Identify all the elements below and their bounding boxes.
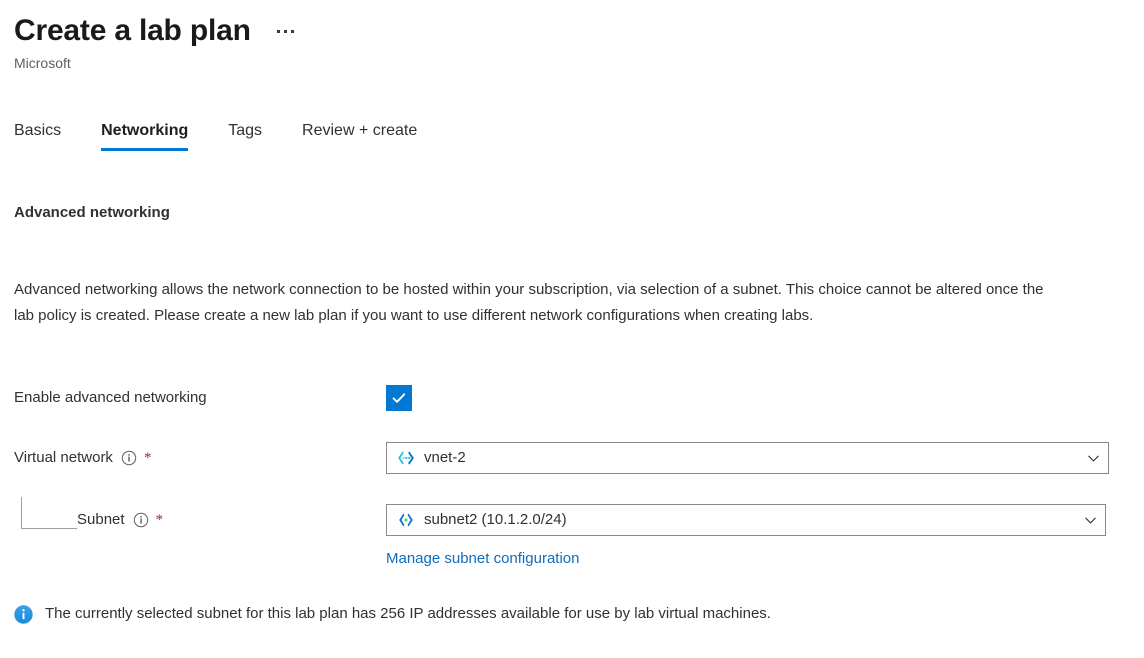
ellipsis-dot: [283, 30, 287, 33]
enable-advanced-networking-label: Enable advanced networking: [14, 389, 207, 406]
virtual-network-label-group: Virtual network *: [14, 448, 386, 468]
page-subtitle: Microsoft: [14, 55, 71, 71]
title-row: Create a lab plan: [14, 12, 296, 50]
tab-review-create[interactable]: Review + create: [282, 120, 437, 151]
virtual-network-value: vnet-2: [424, 449, 466, 466]
tab-tags[interactable]: Tags: [208, 120, 282, 151]
wizard-tabs: Basics Networking Tags Review + create: [14, 120, 437, 151]
section-heading: Advanced networking: [14, 204, 170, 221]
checkmark-icon: [391, 390, 407, 406]
info-icon[interactable]: [121, 450, 137, 466]
enable-advanced-networking-checkbox[interactable]: [386, 385, 412, 411]
page-title: Create a lab plan: [14, 14, 251, 47]
info-filled-icon: [14, 605, 33, 624]
subnet-value: subnet2 (10.1.2.0/24): [424, 511, 567, 528]
tab-basics[interactable]: Basics: [14, 120, 81, 151]
subnet-label: Subnet: [77, 511, 125, 528]
ellipsis-dot: [290, 30, 294, 33]
virtual-network-row: Virtual network * vnet-2: [14, 442, 1109, 474]
virtual-network-icon: [397, 449, 415, 467]
page-header: Create a lab plan Microsoft: [14, 12, 296, 73]
tab-networking[interactable]: Networking: [81, 120, 208, 151]
subnet-icon: [397, 511, 415, 529]
virtual-network-dropdown[interactable]: vnet-2: [386, 442, 1109, 474]
subnet-dropdown[interactable]: subnet2 (10.1.2.0/24): [386, 504, 1106, 536]
enable-advanced-networking-row: Enable advanced networking: [14, 385, 1109, 411]
chevron-down-icon[interactable]: [1086, 451, 1100, 465]
subnet-info-message: The currently selected subnet for this l…: [14, 604, 771, 624]
subnet-label-group: Subnet *: [14, 510, 386, 530]
more-options-icon[interactable]: [275, 28, 296, 35]
section-description: Advanced networking allows the network c…: [14, 281, 1044, 324]
required-indicator: *: [155, 512, 164, 528]
info-icon[interactable]: [133, 512, 149, 528]
virtual-network-label: Virtual network: [14, 449, 113, 466]
chevron-down-icon[interactable]: [1083, 513, 1097, 527]
subnet-row: Subnet * subnet2 (10.1.2.0/24): [14, 504, 1109, 536]
required-indicator: *: [143, 450, 152, 466]
subnet-info-text: The currently selected subnet for this l…: [45, 605, 771, 622]
ellipsis-dot: [276, 30, 280, 33]
manage-subnet-configuration-link[interactable]: Manage subnet configuration: [386, 548, 579, 570]
